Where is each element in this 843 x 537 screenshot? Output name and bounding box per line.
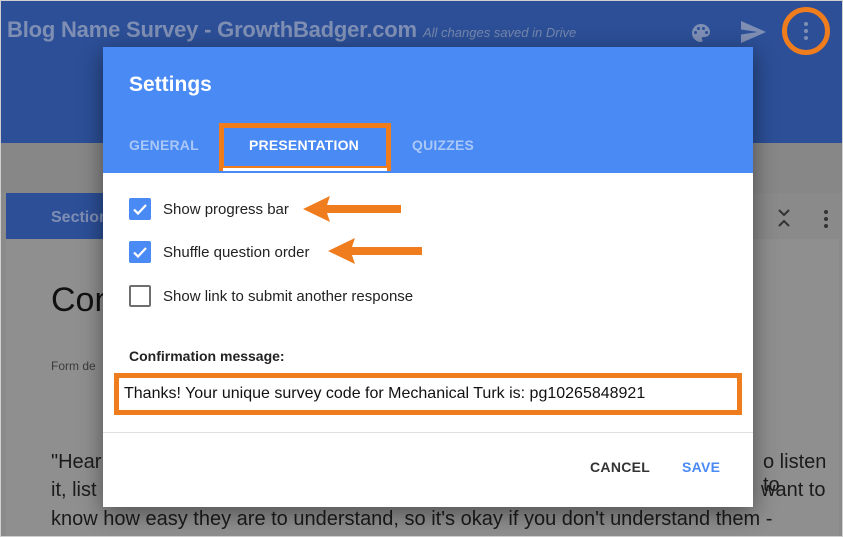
save-status: All changes saved in Drive [423, 25, 577, 40]
check-icon [133, 204, 147, 216]
arrow-left-icon [328, 238, 422, 264]
send-icon[interactable] [739, 19, 767, 45]
section-more-icon[interactable] [821, 209, 831, 229]
more-vert-icon[interactable] [799, 21, 813, 41]
form-title[interactable]: Blog Name Survey - GrowthBadger.com [7, 17, 417, 43]
dialog-divider [103, 432, 753, 433]
cancel-button[interactable]: CANCEL [590, 459, 650, 475]
body-text: "Hear [51, 451, 102, 473]
option-label: Show link to submit another response [163, 287, 414, 305]
form-description: Form de [51, 359, 96, 373]
dialog-title: Settings [129, 73, 212, 96]
option-shuffle-question-order[interactable]: Shuffle question order [129, 240, 310, 264]
dialog-header: Settings GENERAL PRESENTATION QUIZZES [103, 47, 753, 173]
option-label: Shuffle question order [163, 243, 310, 261]
confirmation-message-input[interactable] [124, 383, 732, 405]
confirmation-label: Confirmation message: [129, 348, 285, 364]
settings-dialog: Settings GENERAL PRESENTATION QUIZZES Sh… [103, 47, 753, 507]
active-tab-indicator [223, 168, 387, 171]
tab-presentation[interactable]: PRESENTATION [249, 137, 359, 153]
confirmation-highlight [114, 373, 742, 415]
tab-general[interactable]: GENERAL [129, 137, 199, 153]
check-icon [133, 247, 147, 259]
option-label: Show progress bar [163, 200, 289, 218]
body-text: want to [761, 479, 826, 501]
option-show-progress-bar[interactable]: Show progress bar [129, 197, 289, 221]
collapse-icon[interactable] [774, 207, 794, 229]
shuffle-checkbox[interactable] [129, 241, 151, 263]
save-button[interactable]: SAVE [682, 459, 720, 475]
arrow-left-icon [303, 196, 401, 222]
section-label: Section [51, 209, 109, 226]
tab-quizzes[interactable]: QUIZZES [412, 137, 474, 153]
body-text: know how easy they are to understand, so… [51, 508, 773, 530]
option-show-submit-another-link[interactable]: Show link to submit another response [129, 284, 413, 308]
palette-icon[interactable] [689, 21, 713, 45]
body-text: it, list [51, 479, 97, 501]
progress-bar-checkbox[interactable] [129, 198, 151, 220]
screen: Blog Name Survey - GrowthBadger.com All … [0, 0, 843, 537]
submit-another-checkbox[interactable] [129, 285, 151, 307]
